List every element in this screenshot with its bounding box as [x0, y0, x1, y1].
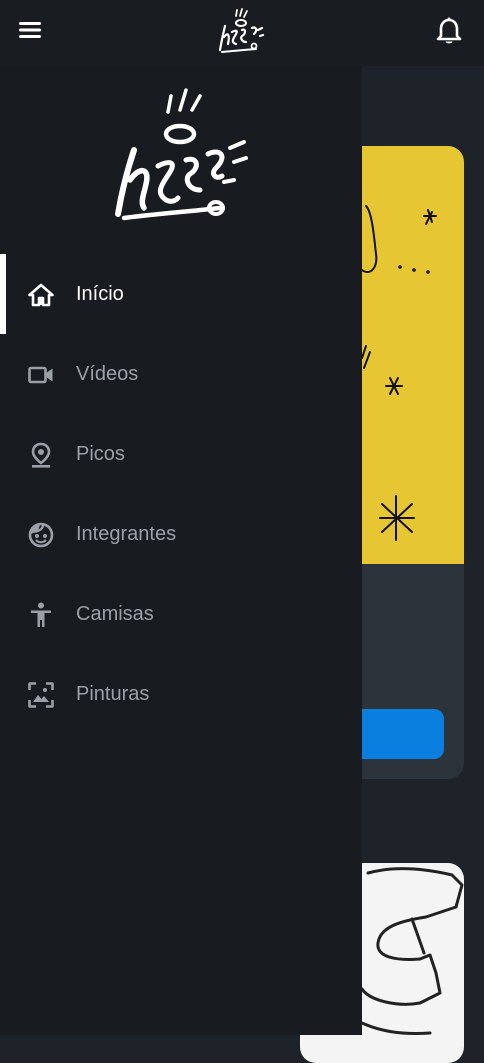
image-icon [27, 681, 55, 709]
face-icon [27, 521, 55, 549]
nav-item-label: Integrantes [76, 523, 177, 545]
nav-item-videos[interactable]: Vídeos [0, 334, 362, 414]
nav-item-camisas[interactable]: Camisas [0, 574, 362, 654]
drawer-logo [104, 86, 254, 236]
location-pin-icon [27, 441, 55, 469]
drawer-nav: Início Vídeos Picos Integrantes Camisas … [0, 254, 362, 734]
home-icon [27, 281, 55, 309]
hamburger-menu-icon[interactable] [17, 18, 45, 42]
nav-item-integrantes[interactable]: Integrantes [0, 494, 362, 574]
nav-item-label: Início [76, 283, 124, 305]
app-logo[interactable] [212, 4, 270, 58]
nav-item-picos[interactable]: Picos [0, 414, 362, 494]
nav-item-label: Picos [76, 443, 125, 465]
nav-item-label: Pinturas [76, 683, 150, 705]
nav-item-label: Vídeos [76, 363, 139, 385]
active-indicator [0, 254, 6, 334]
nav-item-pinturas[interactable]: Pinturas [0, 654, 362, 734]
nav-item-inicio[interactable]: Início [0, 254, 362, 334]
video-camera-icon [27, 361, 55, 389]
top-app-bar [0, 0, 484, 66]
person-icon [27, 601, 55, 629]
nav-item-label: Camisas [76, 603, 154, 625]
navigation-drawer: Início Vídeos Picos Integrantes Camisas … [0, 66, 362, 1035]
bell-icon[interactable] [435, 16, 463, 46]
